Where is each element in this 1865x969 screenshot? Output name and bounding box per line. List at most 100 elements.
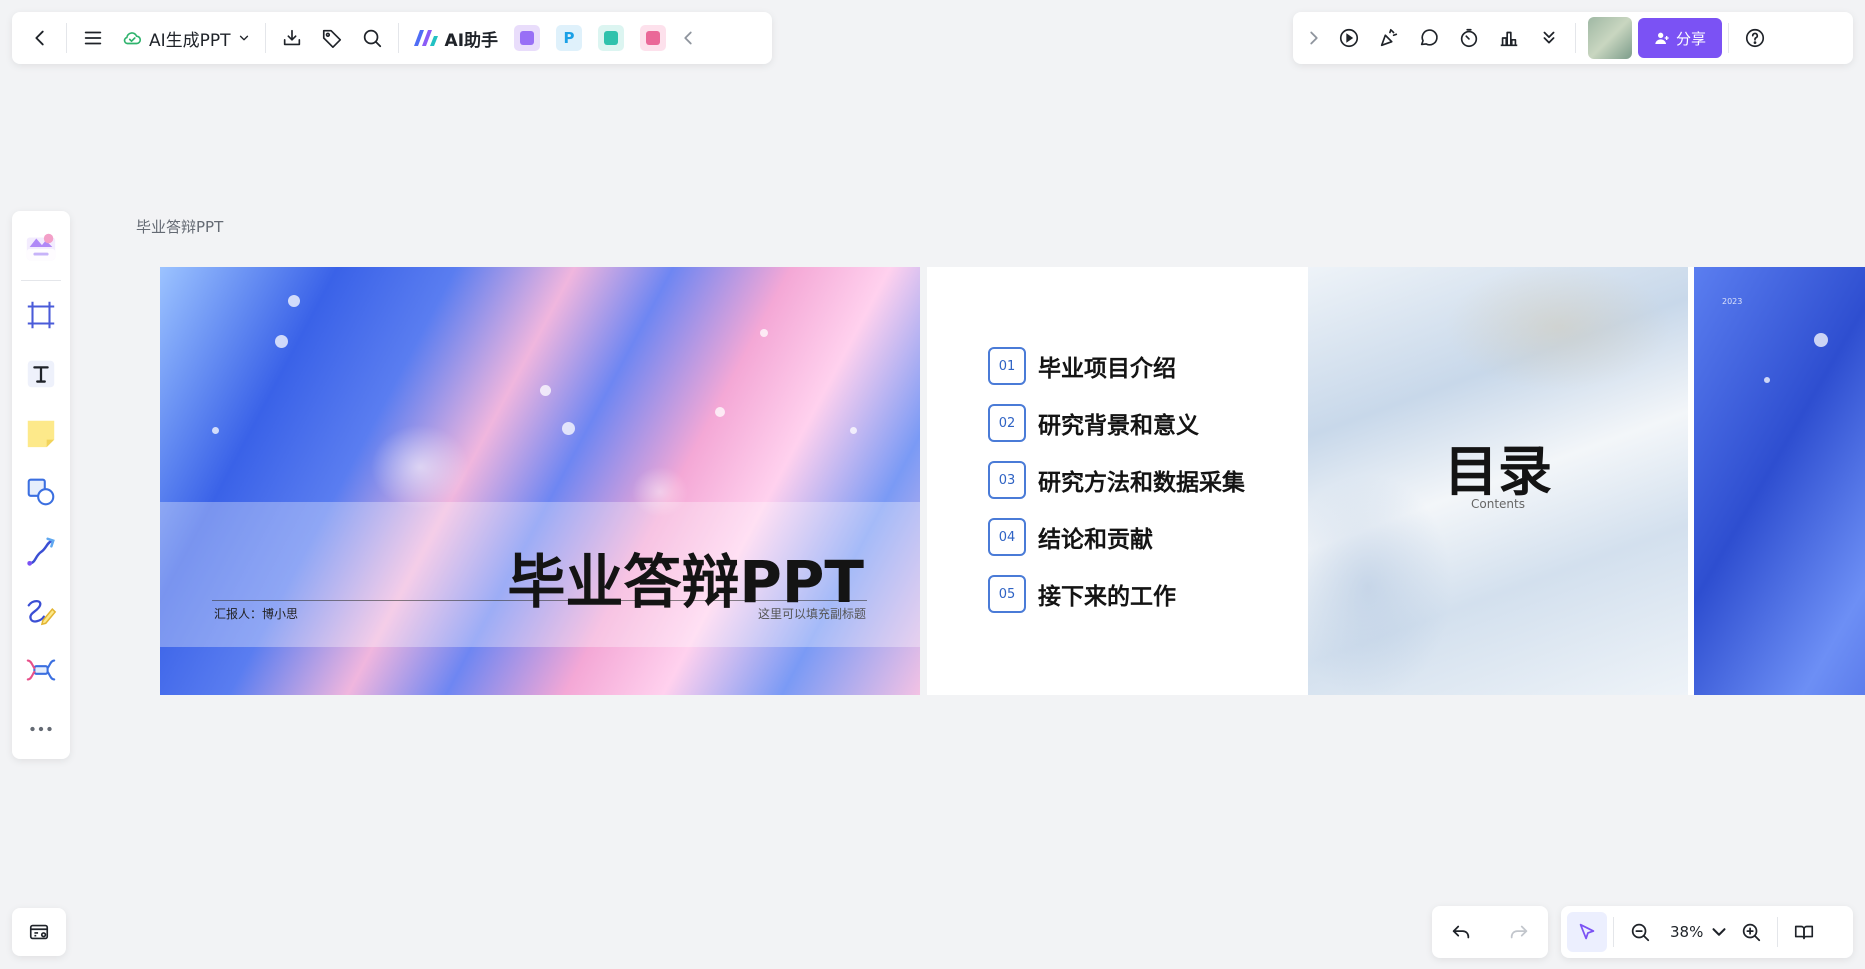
reporter-text: 汇报人：博小思 xyxy=(214,607,299,621)
toc-text: 毕业项目介绍 xyxy=(1038,356,1176,382)
decor-bubble xyxy=(850,427,857,434)
toc-number: 03 xyxy=(988,461,1026,499)
double-chevron-down-icon xyxy=(1543,31,1555,44)
shape-tool[interactable] xyxy=(18,468,64,517)
template-library-icon xyxy=(26,233,56,260)
undo-icon xyxy=(1452,925,1470,939)
slide-next[interactable]: 2023 xyxy=(1694,267,1865,695)
redo-button[interactable] xyxy=(1499,912,1539,952)
decor-bubble xyxy=(760,329,768,337)
slides-canvas: 毕业答辩PPT 汇报人：博小思 这里可以填充副标题 01 毕业项目介绍 02 研究背景… xyxy=(160,267,1865,695)
cloud-check-icon xyxy=(123,32,142,45)
history-panel xyxy=(1432,906,1548,958)
divider xyxy=(397,23,399,53)
more-tools-button[interactable] xyxy=(1529,18,1569,58)
select-tool[interactable] xyxy=(1567,912,1607,952)
present-button[interactable] xyxy=(1329,18,1369,58)
top-left-toolbar: AI生成PPT AI助手 P xyxy=(12,12,772,64)
app-tiles: P xyxy=(506,25,674,51)
ppt-app-button[interactable]: P xyxy=(556,25,583,51)
decor-bubble xyxy=(1814,333,1828,347)
celebrate-button[interactable] xyxy=(1369,18,1409,58)
sticky-note-tool[interactable] xyxy=(18,409,64,458)
template-library-button[interactable] xyxy=(18,222,64,271)
pen-tool[interactable] xyxy=(18,586,64,635)
doc-title-dropdown[interactable]: AI生成PPT xyxy=(113,18,259,58)
divider xyxy=(66,23,67,53)
mindmap-app-button[interactable] xyxy=(598,25,625,51)
expand-toolbar-button[interactable] xyxy=(1299,18,1329,58)
share-button[interactable]: 分享 xyxy=(1638,18,1723,58)
avatar[interactable] xyxy=(1588,17,1632,59)
book-open-icon xyxy=(1795,925,1814,940)
divider xyxy=(21,280,61,282)
play-circle-icon xyxy=(1339,28,1359,48)
back-button[interactable] xyxy=(20,18,60,58)
toc-number: 02 xyxy=(988,404,1026,442)
zoom-in-icon xyxy=(1743,923,1761,942)
frame-label[interactable]: 毕业答辩PPT xyxy=(136,216,223,237)
curve-arrow-icon xyxy=(27,537,55,566)
ai-assistant-button[interactable]: AI助手 xyxy=(405,18,506,58)
flowchart-app-button[interactable] xyxy=(640,25,667,51)
toc-list: 01 毕业项目介绍 02 研究背景和意义 03 研究方法和数据采集 04 结论和贡献 05 接下来… xyxy=(988,346,1318,631)
decor-bubble xyxy=(562,422,575,435)
text-tool[interactable] xyxy=(18,349,64,398)
frame-tool[interactable] xyxy=(18,290,64,339)
year-text: 2023 xyxy=(1722,297,1743,306)
zoom-panel: 38% xyxy=(1561,906,1853,958)
search-icon xyxy=(363,29,381,48)
party-popper-icon xyxy=(1380,28,1398,47)
decor-bubble xyxy=(715,407,725,417)
toc-number: 01 xyxy=(988,347,1026,385)
text-icon xyxy=(27,360,55,388)
zoom-out-button[interactable] xyxy=(1620,912,1660,952)
decor-bubble xyxy=(212,427,219,434)
table-tool[interactable] xyxy=(18,646,64,695)
connector-tool[interactable] xyxy=(18,527,64,576)
zoom-dropdown-button[interactable] xyxy=(1707,912,1731,952)
cursor-icon xyxy=(1579,923,1595,940)
decor-bubble xyxy=(1764,377,1770,383)
frame-icon xyxy=(27,301,55,329)
slide-title[interactable]: 毕业答辩PPT 汇报人：博小思 这里可以填充副标题 xyxy=(160,267,920,695)
zoom-in-button[interactable] xyxy=(1731,912,1771,952)
toc-number: 04 xyxy=(988,518,1026,556)
divider xyxy=(1728,23,1730,53)
minimap-toggle-panel xyxy=(12,908,66,956)
flowchart-app-icon xyxy=(646,31,661,45)
divider xyxy=(264,23,266,53)
user-add-icon xyxy=(1655,32,1669,44)
ai-logo-icon xyxy=(413,30,438,46)
menu-icon xyxy=(84,31,102,45)
more-tools-button[interactable] xyxy=(18,705,64,754)
chevron-left-icon xyxy=(684,31,692,45)
comment-button[interactable] xyxy=(1409,18,1449,58)
collapse-toolbar-button[interactable] xyxy=(674,18,702,58)
search-button[interactable] xyxy=(352,18,392,58)
tag-button[interactable] xyxy=(312,18,352,58)
chevron-left-icon xyxy=(35,30,44,46)
minimap-button[interactable] xyxy=(19,912,59,952)
divider xyxy=(1613,917,1614,947)
toc-item: 01 毕业项目介绍 xyxy=(988,346,1318,386)
left-tool-rail xyxy=(12,211,70,759)
comment-icon xyxy=(1420,29,1438,46)
toc-item: 03 研究方法和数据采集 xyxy=(988,460,1318,500)
chevron-down-icon xyxy=(239,35,248,41)
vote-button[interactable] xyxy=(1489,18,1529,58)
download-button[interactable] xyxy=(272,18,312,58)
ppt-app-icon: P xyxy=(563,29,575,47)
zoom-level[interactable]: 38% xyxy=(1660,923,1707,941)
share-label: 分享 xyxy=(1676,29,1707,48)
image-app-icon xyxy=(520,31,535,45)
help-button[interactable] xyxy=(1735,18,1775,58)
reading-mode-button[interactable] xyxy=(1784,912,1824,952)
menu-button[interactable] xyxy=(73,18,113,58)
marble-panel: 目录 Contents xyxy=(1308,267,1688,695)
mind-map-icon xyxy=(26,659,56,681)
image-app-button[interactable] xyxy=(514,25,541,51)
undo-button[interactable] xyxy=(1441,912,1481,952)
divider xyxy=(1575,23,1576,53)
timer-button[interactable] xyxy=(1449,18,1489,58)
